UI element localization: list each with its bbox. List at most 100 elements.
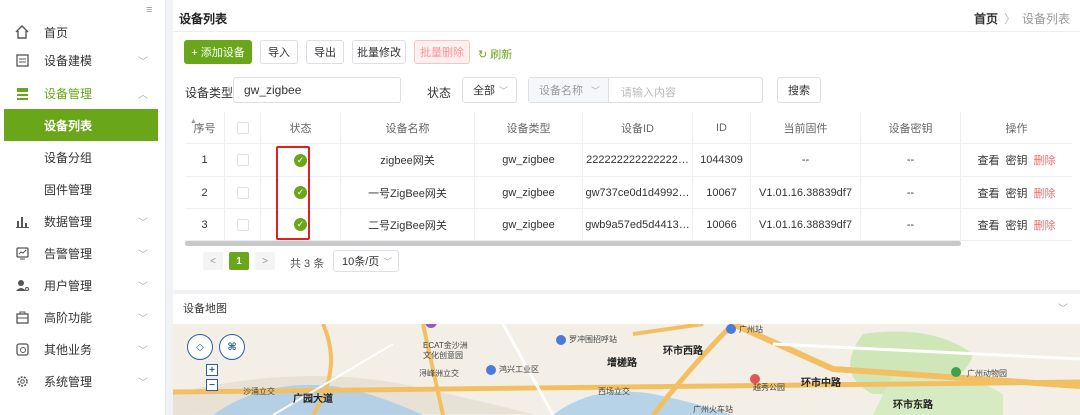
sidebar-item-advanced[interactable]: 高阶功能 ﹀ — [0, 301, 166, 333]
delete-link[interactable]: 删除 — [1034, 217, 1056, 233]
device-type: gw_zigbee — [475, 209, 583, 240]
device-name: 一号ZigBee网关 — [341, 177, 475, 208]
sidebar-item-label: 用户管理 — [44, 278, 93, 293]
row-checkbox[interactable] — [236, 218, 249, 231]
search-input[interactable]: 请输入内容 — [621, 84, 676, 100]
chevron-up-icon: ︿ — [138, 89, 148, 101]
refresh-link[interactable]: ↻ 刷新 — [478, 46, 512, 62]
column-header-firmware: 当前固件 — [751, 112, 861, 143]
map-label: 文化创意园 — [423, 351, 463, 360]
sidebar-item-other-business[interactable]: 其他业务 ﹀ — [0, 333, 166, 365]
status-column-highlight — [276, 146, 310, 240]
sidebar-subitem-device-group[interactable]: 设备分组 — [0, 141, 166, 173]
column-header-id: ID — [693, 112, 751, 143]
sidebar-item-user-management[interactable]: 用户管理 ﹀ — [0, 269, 166, 301]
delete-link[interactable]: 删除 — [1034, 185, 1056, 201]
device-map-panel: 设备地图 ﹀ ◇ ⌘ + − ECAT金沙洲 文化创意园 浔峰洲立交 鸿兴工业区… — [173, 294, 1080, 415]
device-icon — [0, 87, 44, 100]
advanced-icon — [0, 311, 44, 324]
row-checkbox[interactable] — [236, 154, 249, 166]
device-id: gw737ce0d1d4992… — [583, 177, 693, 208]
row-index: 3 — [185, 209, 225, 240]
map-label: 沙涌立交 — [243, 387, 275, 396]
chart-icon — [0, 215, 44, 228]
column-header-index[interactable]: ▲ 序号 — [185, 112, 225, 143]
table-row: 1 ✓ zigbee网关 gw_zigbee 222222222222222… … — [185, 144, 1072, 177]
sidebar-item-label: 其他业务 — [44, 342, 93, 357]
sidebar-item-data-management[interactable]: 数据管理 ﹀ — [0, 205, 166, 237]
device-key: -- — [861, 144, 961, 176]
app-root: ≡ 首页 设备建模 ﹀ 设备管理 ︿ 设备列表 设备分组 固件管理 数据管理 ﹀… — [0, 0, 1080, 415]
collapse-menu-icon[interactable]: ≡ — [146, 4, 152, 16]
numeric-id: 10066 — [693, 209, 751, 240]
row-actions: 查看 密钥 删除 — [961, 144, 1072, 176]
key-link[interactable]: 密钥 — [1006, 185, 1028, 201]
key-link[interactable]: 密钥 — [1006, 217, 1028, 233]
zoom-in-icon[interactable]: + — [206, 364, 218, 376]
map-label: 广州火车站 — [693, 405, 733, 414]
status-select[interactable]: 全部 ﹀ — [462, 77, 517, 103]
zoom-out-icon[interactable]: − — [206, 379, 218, 391]
next-page-button[interactable]: > — [255, 252, 275, 270]
view-link[interactable]: 查看 — [978, 217, 1000, 233]
road-label: 环市东路 — [893, 400, 933, 411]
chevron-down-icon[interactable]: ﹀ — [1058, 300, 1068, 315]
sidebar-item-device-modeling[interactable]: 设备建模 ﹀ — [0, 44, 166, 76]
page-1-button[interactable]: 1 — [229, 252, 249, 270]
sidebar-item-label: 高阶功能 — [44, 310, 93, 325]
sidebar-item-label: 设备建模 — [44, 53, 93, 68]
device-key: -- — [861, 209, 961, 240]
device-type: gw_zigbee — [475, 177, 583, 208]
row-actions: 查看 密钥 删除 — [961, 209, 1072, 240]
key-link[interactable]: 密钥 — [1006, 152, 1028, 168]
select-all-cell — [225, 112, 261, 143]
batch-edit-button[interactable]: 批量修改 — [352, 40, 406, 64]
firmware: -- — [751, 144, 861, 176]
model-icon — [0, 53, 44, 67]
locate-control-icon[interactable]: ⌘ — [219, 334, 245, 360]
sidebar-item-device-management[interactable]: 设备管理 ︿ — [0, 77, 166, 109]
device-key: -- — [861, 177, 961, 208]
export-button[interactable]: 导出 — [306, 40, 344, 64]
row-index: 1 — [185, 144, 225, 176]
sidebar-item-alarm-management[interactable]: 告警管理 ﹀ — [0, 237, 166, 269]
select-all-checkbox[interactable] — [236, 121, 249, 134]
row-checkbox[interactable] — [236, 186, 249, 199]
prev-page-button[interactable]: < — [203, 252, 223, 270]
road-label: 广园大道 — [293, 394, 333, 405]
sidebar-subitem-firmware[interactable]: 固件管理 — [0, 173, 166, 205]
batch-delete-button[interactable]: 批量删除 — [414, 40, 470, 64]
firmware: V1.01.16.38839df7 — [751, 177, 861, 208]
search-button[interactable]: 搜索 — [777, 77, 821, 103]
device-type-input[interactable]: gw_zigbee — [233, 77, 401, 103]
map-label: 越秀公园 — [753, 383, 785, 392]
breadcrumb-current: 设备列表 — [1021, 12, 1070, 26]
row-index: 2 — [185, 177, 225, 208]
search-field-select[interactable]: 设备名称 ﹀ — [529, 78, 609, 102]
user-icon — [0, 279, 44, 292]
sidebar-item-system-management[interactable]: 系统管理 ﹀ — [0, 365, 166, 397]
import-button[interactable]: 导入 — [260, 40, 298, 64]
table-row: 3 ✓ 二号ZigBee网关 gw_zigbee gwb9a57ed5d4413… — [185, 209, 1072, 241]
view-link[interactable]: 查看 — [978, 152, 1000, 168]
pan-control-icon[interactable]: ◇ — [187, 334, 213, 360]
sidebar-subitem-device-list[interactable]: 设备列表 — [4, 109, 158, 141]
delete-link[interactable]: 删除 — [1034, 152, 1056, 168]
settings-icon — [0, 375, 44, 388]
road-label: 环市西路 — [663, 346, 703, 357]
device-type: gw_zigbee — [475, 144, 583, 176]
device-list-panel: 设备列表 首页〉设备列表 + 添加设备 导入 导出 批量修改 批量删除 ↻ 刷新… — [173, 0, 1080, 290]
horizontal-scrollbar[interactable] — [185, 241, 961, 246]
device-map[interactable]: ◇ ⌘ + − ECAT金沙洲 文化创意园 浔峰洲立交 鸿兴工业区 罗冲围招呼站… — [173, 324, 1080, 415]
status-label: 状态 — [427, 86, 452, 100]
page-size-select[interactable]: 10条/页 ﹀ — [333, 250, 399, 272]
sidebar-item-label: 设备管理 — [44, 86, 93, 101]
device-id: 222222222222222… — [583, 144, 693, 176]
row-actions: 查看 密钥 删除 — [961, 177, 1072, 208]
alarm-icon — [0, 246, 44, 260]
view-link[interactable]: 查看 — [978, 185, 1000, 201]
breadcrumb-home[interactable]: 首页 — [974, 12, 998, 26]
total-count: 共 3 条 — [290, 258, 325, 270]
add-device-button[interactable]: + 添加设备 — [184, 40, 252, 64]
map-label: 鸿兴工业区 — [499, 365, 539, 374]
